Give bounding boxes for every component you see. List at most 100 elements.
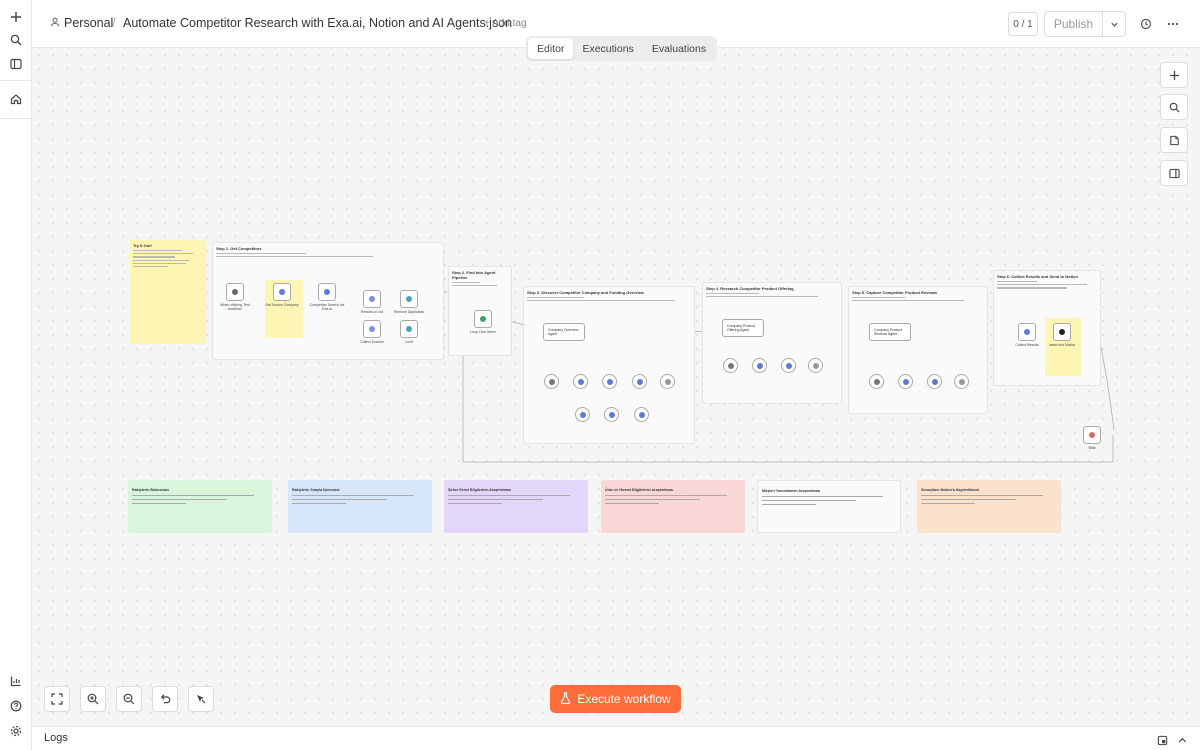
undo-icon[interactable] <box>152 686 178 712</box>
node-openai-model[interactable] <box>869 374 884 389</box>
note-sirket-genel-bilgileri[interactable]: Şirket Genel Bilgilerinin Araştırılması <box>444 480 588 533</box>
publish-button-group: Publish <box>1044 11 1126 37</box>
logs-label: Logs <box>44 732 68 744</box>
note-rakiplerin-bulunmasi[interactable]: Rakiplerin Bulunması <box>128 480 272 533</box>
workflow-canvas[interactable]: Try It Out! Step 1. Get Competitors Step… <box>32 48 1200 726</box>
flask-icon <box>560 691 571 707</box>
note-title: Rakiplerin Bulunması <box>132 488 169 492</box>
node-set-source-company[interactable] <box>273 283 291 301</box>
sticky-note-icon[interactable] <box>1160 127 1188 153</box>
chevron-down-icon[interactable] <box>1103 12 1125 36</box>
fit-view-icon[interactable] <box>44 686 70 712</box>
node-product-reviews-agent[interactable]: Company Product Reviews Agent <box>869 323 911 341</box>
add-node-icon[interactable] <box>1160 62 1188 88</box>
logs-bar[interactable]: Logs <box>32 726 1200 750</box>
help-icon[interactable] <box>6 696 26 716</box>
node-remove-duplicates[interactable] <box>400 290 418 308</box>
panel-toggle-icon[interactable] <box>6 54 26 74</box>
note-title: Rakiplerin Sırayla İşlenmesi <box>292 488 340 492</box>
sticky-step-5[interactable]: Step 5. Capture Competitor Product Revie… <box>848 286 988 414</box>
node-search-icon[interactable] <box>1160 94 1188 120</box>
node-label: Collect Domain <box>360 340 384 344</box>
node-collect-results[interactable] <box>1018 323 1036 341</box>
note-notion-kaydetme[interactable]: Sonuçların Notion'a Kaydedilmesi <box>917 480 1061 533</box>
sticky-title: Step 1. Get Competitors <box>216 246 262 251</box>
zoom-out-icon[interactable] <box>116 686 142 712</box>
node-label: Results to List <box>361 310 383 314</box>
node-tool[interactable] <box>781 358 796 373</box>
sticky-step-4[interactable]: Step 4. Research Competitor Product Offe… <box>702 282 842 404</box>
node-tool[interactable] <box>604 407 619 422</box>
node-wait[interactable] <box>1083 426 1101 444</box>
sticky-title: Step 5. Capture Competitor Product Revie… <box>852 290 938 295</box>
node-openai-model[interactable] <box>544 374 559 389</box>
history-icon[interactable] <box>1138 16 1154 32</box>
note-title: Ürün ve Hizmet Bilgilerinin Araştırılmas… <box>605 488 674 492</box>
node-label: When clicking 'Test workflow' <box>220 303 250 311</box>
settings-gear-icon[interactable] <box>6 721 26 741</box>
workspace-name: Personal <box>64 16 114 30</box>
node-tool[interactable] <box>927 374 942 389</box>
publish-button[interactable]: Publish <box>1045 12 1103 36</box>
note-urun-hizmet-bilgileri[interactable]: Ürün ve Hizmet Bilgilerinin Araştırılmas… <box>601 480 745 533</box>
execute-label: Execute workflow <box>577 692 671 706</box>
note-title: Şirket Genel Bilgilerinin Araştırılması <box>448 488 512 492</box>
home-icon[interactable] <box>6 89 26 109</box>
node-output-parser[interactable] <box>660 374 675 389</box>
node-openai-model[interactable] <box>723 358 738 373</box>
node-tool[interactable] <box>752 358 767 373</box>
node-tool[interactable] <box>602 374 617 389</box>
node-label: Competitor Search via Exa.ai <box>309 303 345 311</box>
popout-icon[interactable] <box>1157 733 1168 750</box>
breadcrumb-separator: / <box>112 15 116 30</box>
chevron-up-icon[interactable] <box>1177 733 1188 750</box>
node-label: Remove Duplicates <box>393 310 425 314</box>
note-title: Müşteri Yorumlarının Araştırılması <box>762 489 821 493</box>
left-sidebar <box>0 0 32 750</box>
active-counter: 0 / 1 <box>1008 12 1038 36</box>
node-competitor-search[interactable] <box>318 283 336 301</box>
search-icon[interactable] <box>6 30 26 50</box>
sticky-title: Step 6. Collect Results and Send to Noti… <box>997 274 1078 279</box>
sticky-try-it-out[interactable]: Try It Out! <box>130 240 206 344</box>
add-icon[interactable] <box>6 7 26 27</box>
node-loop-over-items[interactable] <box>474 310 492 328</box>
node-product-offering-agent[interactable]: Company Product Offering Agent <box>722 319 764 337</box>
note-title: Sonuçların Notion'a Kaydedilmesi <box>921 488 979 492</box>
node-label: Insert into Notion <box>1048 343 1076 347</box>
node-collect-domain[interactable] <box>363 320 381 338</box>
sticky-title: Step 3. Discover Competitor Company and … <box>527 290 644 295</box>
view-tabs: Editor Executions Evaluations <box>526 36 718 61</box>
node-output-parser[interactable] <box>954 374 969 389</box>
node-company-overview-agent[interactable]: Company Overview Agent <box>543 323 585 341</box>
node-manual-trigger[interactable] <box>226 283 244 301</box>
sticky-title: Step 2. Find Into Agent Pipeline <box>452 270 496 280</box>
tidy-up-icon[interactable] <box>188 686 214 712</box>
node-results-to-list[interactable] <box>363 290 381 308</box>
node-label: Limit <box>405 340 413 344</box>
tab-executions[interactable]: Executions <box>573 38 642 59</box>
note-rakiplerin-islenmesi[interactable]: Rakiplerin Sırayla İşlenmesi <box>288 480 432 533</box>
workflow-name[interactable]: Automate Competitor Research with Exa.ai… <box>123 16 512 30</box>
node-tool[interactable] <box>573 374 588 389</box>
more-options-icon[interactable] <box>1165 16 1181 32</box>
side-panel-icon[interactable] <box>1160 160 1188 186</box>
node-notion[interactable] <box>1053 323 1071 341</box>
breadcrumb-workspace[interactable]: Personal <box>50 16 113 30</box>
node-output-parser[interactable] <box>808 358 823 373</box>
node-label: Wait <box>1088 446 1096 450</box>
user-icon <box>50 16 60 30</box>
node-limit[interactable] <box>400 320 418 338</box>
execute-workflow-button[interactable]: Execute workflow <box>550 685 681 713</box>
node-label: Loop Over Items <box>470 330 496 334</box>
node-tool[interactable] <box>634 407 649 422</box>
node-tool[interactable] <box>898 374 913 389</box>
note-musteri-yorumlari[interactable]: Müşteri Yorumlarının Araştırılması <box>757 480 901 533</box>
tab-editor[interactable]: Editor <box>528 38 574 59</box>
zoom-in-icon[interactable] <box>80 686 106 712</box>
node-tool[interactable] <box>632 374 647 389</box>
node-tool[interactable] <box>575 407 590 422</box>
insights-icon[interactable] <box>6 671 26 691</box>
tab-evaluations[interactable]: Evaluations <box>643 38 715 59</box>
add-tag-button[interactable]: + Add tag <box>484 18 527 29</box>
